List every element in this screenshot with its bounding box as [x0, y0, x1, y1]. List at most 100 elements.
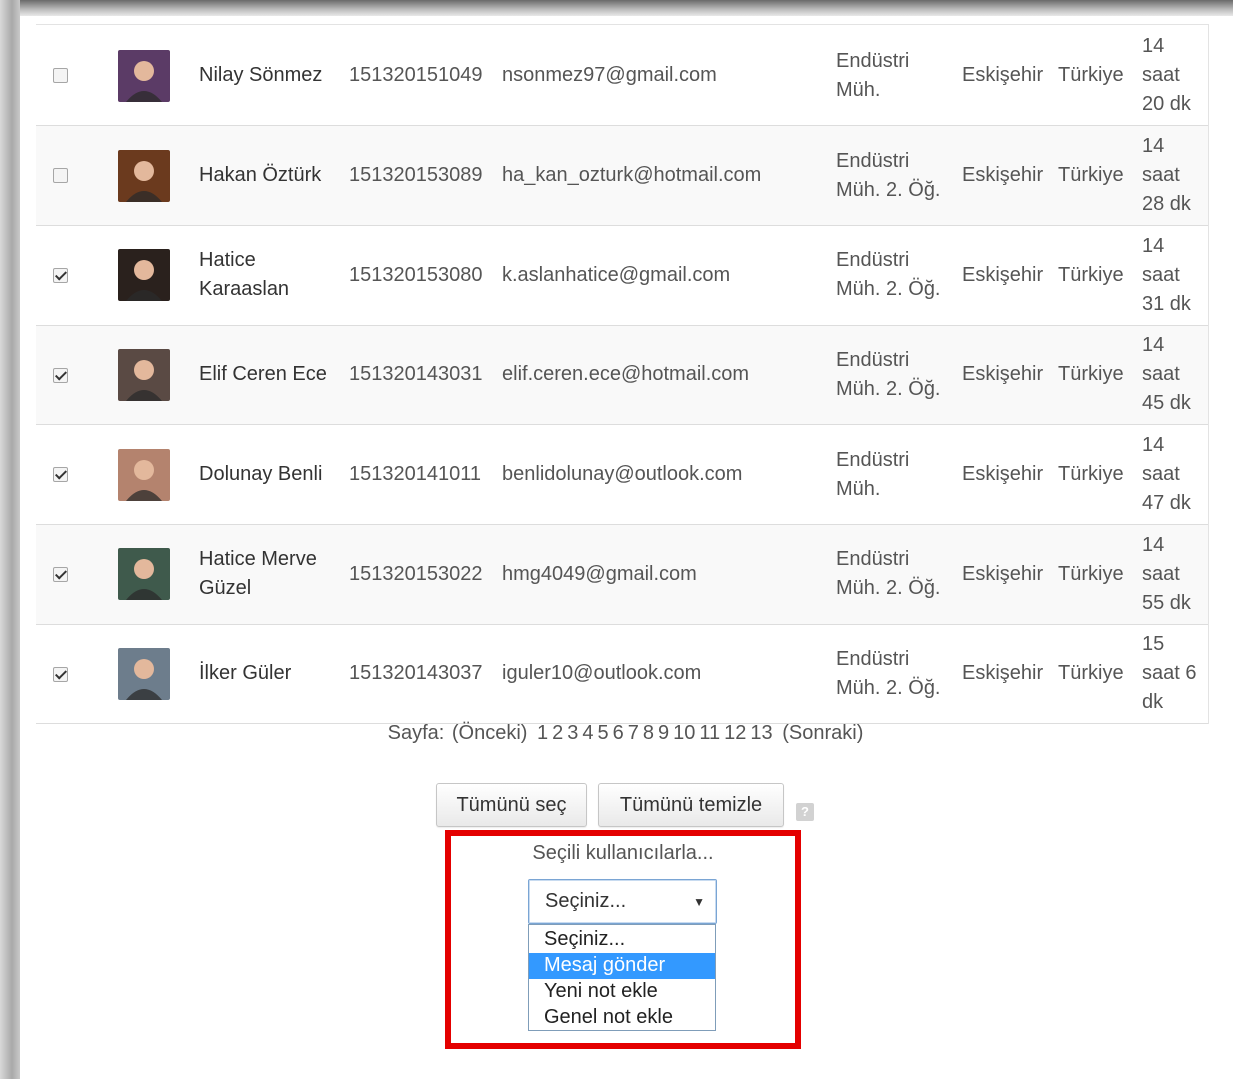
- department-line: Müh. 2. Öğ.: [836, 377, 941, 400]
- user-id-number: 151320141011: [349, 463, 481, 486]
- user-name[interactable]: Nilay Sönmez: [199, 26, 349, 126]
- last-access-line: saat: [1142, 562, 1180, 585]
- user-country: Türkiye: [1058, 363, 1124, 386]
- user-name[interactable]: İlker Güler: [199, 624, 349, 724]
- participants-table: Nilay Sönmez 151320151049 nsonmez97@gmail.…: [36, 26, 1208, 724]
- user-city: Eskişehir: [962, 263, 1044, 286]
- last-access-line: 14: [1142, 334, 1165, 357]
- table-right-border: [1208, 24, 1209, 724]
- user-last-access: 14 saat 28 dk: [1142, 126, 1208, 226]
- user-id-number: 151320143037: [349, 662, 483, 685]
- user-country: Türkiye: [1058, 562, 1124, 585]
- pagination-page-link[interactable]: 2: [552, 722, 563, 744]
- user-email: elif.ceren.ece@hotmail.com: [502, 363, 750, 386]
- avatar[interactable]: [118, 647, 170, 700]
- user-country: Türkiye: [1058, 164, 1124, 187]
- user-department: Endüstri Müh. 2. Öğ.: [836, 524, 962, 624]
- user-last-access: 14 saat 55 dk: [1142, 524, 1208, 624]
- user-last-access: 14 saat 31 dk: [1142, 225, 1208, 325]
- user-city: Eskişehir: [962, 363, 1044, 386]
- table-row: Hatice Karaaslan 151320153080 k.aslanhatic…: [36, 225, 1208, 326]
- user-select-checkbox[interactable]: [53, 168, 68, 184]
- pagination-page-link[interactable]: 3: [567, 722, 578, 744]
- user-select-checkbox[interactable]: [53, 567, 68, 582]
- last-access-line: saat 6: [1142, 662, 1197, 685]
- pagination-page-link[interactable]: 11: [699, 722, 720, 744]
- pagination-page-link[interactable]: 7: [628, 722, 639, 744]
- user-name[interactable]: Elif Ceren Ece: [199, 325, 349, 425]
- user-name[interactable]: Hatice Merve Güzel: [199, 524, 349, 624]
- avatar[interactable]: [118, 249, 170, 302]
- user-id-number: 151320153089: [349, 164, 483, 187]
- user-id-number: 151320151049: [349, 64, 483, 87]
- user-country: Türkiye: [1058, 463, 1124, 486]
- avatar[interactable]: [118, 448, 170, 501]
- avatar[interactable]: [118, 49, 170, 102]
- bulk-action-option[interactable]: Mesaj gönder: [529, 953, 715, 979]
- last-access-line: saat: [1142, 463, 1180, 486]
- user-department: Endüstri Müh.: [836, 26, 962, 126]
- avatar[interactable]: [118, 548, 170, 601]
- bulk-action-option[interactable]: Yeni not ekle: [529, 979, 715, 1005]
- user-select-checkbox[interactable]: [53, 467, 68, 483]
- last-access-line: 31 dk: [1142, 292, 1191, 315]
- user-department: Endüstri Müh. 2. Öğ.: [836, 126, 962, 226]
- pagination-page-link[interactable]: 6: [613, 722, 624, 744]
- bulk-action-select[interactable]: Seçiniz... ▼: [528, 879, 717, 924]
- table-row: Nilay Sönmez 151320151049 nsonmez97@gmail.…: [36, 26, 1208, 126]
- bulk-action-options-list: Seçiniz... Mesaj gönder Yeni not ekle Genel…: [528, 924, 716, 1031]
- user-select-checkbox[interactable]: [53, 666, 68, 682]
- last-access-line: saat: [1142, 164, 1180, 187]
- user-email: benlidolunay@outlook.com: [502, 463, 743, 486]
- help-icon[interactable]: ?: [796, 803, 814, 821]
- user-last-access: 14 saat 20 dk: [1142, 26, 1208, 126]
- last-access-line: 14: [1142, 234, 1165, 257]
- last-access-line: 14: [1142, 35, 1165, 58]
- table-top-border: [36, 24, 1208, 25]
- user-last-access: 14 saat 47 dk: [1142, 425, 1208, 525]
- user-last-access: 15 saat 6 dk: [1142, 624, 1208, 724]
- avatar[interactable]: [118, 149, 170, 202]
- pagination-next-link[interactable]: (Sonraki): [782, 722, 863, 744]
- user-city: Eskişehir: [962, 164, 1044, 187]
- bulk-action-option[interactable]: Seçiniz...: [529, 927, 715, 953]
- bulk-action-option[interactable]: Genel not ekle: [529, 1005, 715, 1031]
- user-department: Endüstri Müh.: [836, 425, 962, 525]
- department-line: Endüstri: [836, 448, 910, 471]
- avatar[interactable]: [118, 348, 170, 401]
- user-select-checkbox[interactable]: [53, 68, 68, 84]
- department-line: Endüstri: [836, 348, 910, 371]
- pagination-page-link[interactable]: 12: [724, 722, 746, 744]
- last-access-line: 28 dk: [1142, 193, 1191, 216]
- user-last-access: 14 saat 45 dk: [1142, 325, 1208, 425]
- clear-all-button[interactable]: Tümünü temizle: [598, 783, 784, 827]
- department-line: Müh.: [836, 477, 881, 500]
- pagination-page-link[interactable]: 9: [658, 722, 669, 744]
- pagination-page-link[interactable]: 13: [750, 722, 772, 744]
- pagination-prev-link[interactable]: (Önceki): [452, 722, 528, 744]
- user-name[interactable]: Dolunay Benli: [199, 425, 349, 525]
- select-all-button[interactable]: Tümünü seç: [436, 783, 587, 827]
- last-access-line: 47 dk: [1142, 492, 1191, 515]
- user-department: Endüstri Müh. 2. Öğ.: [836, 325, 962, 425]
- user-name[interactable]: Hakan Öztürk: [199, 126, 349, 226]
- user-name[interactable]: Hatice Karaaslan: [199, 225, 349, 325]
- pagination-page-link[interactable]: 4: [582, 722, 593, 744]
- pagination-page-link[interactable]: 5: [598, 722, 609, 744]
- department-line: Endüstri: [836, 49, 910, 72]
- table-row: Elif Ceren Ece 151320143031 elif.ceren.ece…: [36, 325, 1208, 425]
- table-row: İlker Güler 151320143037 iguler10@outlook.…: [36, 624, 1208, 724]
- bulk-action-selected-value: Seçiniz...: [545, 890, 627, 912]
- user-city: Eskişehir: [962, 662, 1044, 685]
- last-access-line: 14: [1142, 434, 1165, 457]
- user-id-number: 151320153022: [349, 562, 483, 585]
- last-access-line: 20 dk: [1142, 93, 1191, 116]
- pagination-label: Sayfa:: [387, 722, 445, 744]
- pagination-page-link[interactable]: 8: [643, 722, 654, 744]
- user-select-checkbox[interactable]: [53, 367, 68, 383]
- department-line: Endüstri: [836, 647, 910, 670]
- user-select-checkbox[interactable]: [53, 267, 68, 283]
- table-row: Dolunay Benli 151320141011 benlidolunay@ou…: [36, 425, 1208, 525]
- pagination-page-link[interactable]: 1: [537, 722, 548, 744]
- pagination-page-link[interactable]: 10: [673, 722, 695, 744]
